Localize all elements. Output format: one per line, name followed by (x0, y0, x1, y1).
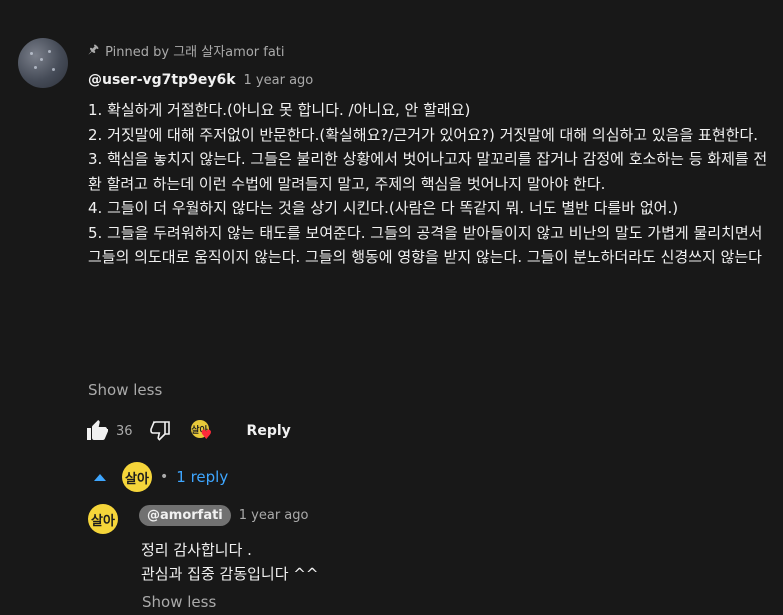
pinned-label-row: 🖈 Pinned by 그래 살자amor fati (88, 40, 285, 61)
comment-actions: 36 살아 ♥ Reply (84, 418, 291, 444)
comment-body: 1. 확실하게 거절한다.(아니요 못 합니다. /아니요, 안 할래요) 2.… (88, 98, 770, 270)
comment-line: 5. 그들을 두려워하지 않는 태도를 보여준다. 그들의 공격을 받아들이지 … (88, 223, 763, 267)
pin-icon: 🖈 (88, 42, 100, 56)
caret-up-icon (94, 473, 106, 481)
reply-avatar[interactable]: 살아 (88, 504, 118, 534)
comment-line: 3. 핵심을 놓치지 않는다. 그들은 불리한 상황에서 벗어나고자 말꼬리를 … (88, 150, 768, 193)
like-count: 36 (116, 423, 133, 439)
reply-line: 정리 감사합니다 . (141, 541, 252, 559)
comment-line: 1. 확실하게 거절한다.(아니요 못 합니다. /아니요, 안 할래요) (88, 101, 471, 119)
reply-time[interactable]: 1 year ago (239, 508, 309, 523)
heart-icon: ♥ (200, 428, 213, 443)
creator-heart-badge[interactable]: 살아 ♥ (190, 420, 213, 443)
reply-body: 정리 감사합니다 . 관심과 집중 감동입니다 ^^ (141, 538, 318, 586)
dislike-icon (149, 420, 170, 441)
comment-author[interactable]: @user-vg7tp9ey6k (88, 72, 236, 88)
dislike-button[interactable] (147, 418, 173, 444)
replies-toggle[interactable]: 살아 • 1 reply (94, 462, 228, 492)
reply-line: 관심과 집중 감동입니다 ^^ (141, 565, 319, 583)
separator-dot: • (160, 469, 169, 485)
like-button[interactable] (84, 418, 110, 444)
commenter-avatar[interactable] (18, 38, 68, 88)
reply-header: @amorfati 1 year ago (139, 505, 308, 526)
reply-button[interactable]: Reply (247, 423, 291, 439)
comment-line: 4. 그들이 더 우월하지 않다는 것을 상기 시킨다.(사람은 다 똑같지 뭐… (88, 199, 679, 217)
comment-time[interactable]: 1 year ago (244, 73, 314, 88)
pinned-label: Pinned by 그래 살자amor fati (105, 45, 285, 60)
comment-line: 2. 거짓말에 대해 주저없이 반문한다.(확실해요?/근거가 있어요?) 거짓… (88, 125, 759, 144)
reply-author[interactable]: @amorfati (139, 505, 231, 526)
replies-count[interactable]: 1 reply (176, 468, 228, 486)
show-less-button[interactable]: Show less (88, 381, 162, 399)
comment-header: @user-vg7tp9ey6k 1 year ago (88, 72, 313, 88)
reply-show-less-button[interactable]: Show less (142, 593, 216, 611)
like-icon (87, 420, 108, 440)
replier-avatar-small: 살아 (122, 462, 152, 492)
